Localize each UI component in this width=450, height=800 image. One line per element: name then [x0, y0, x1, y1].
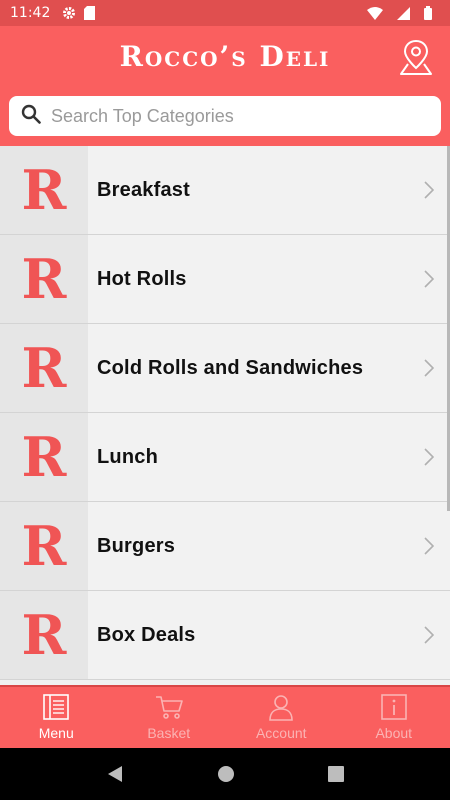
tab-account[interactable]: Account	[225, 687, 338, 748]
battery-icon	[424, 6, 432, 20]
app-title: Rocco’s Deli	[119, 40, 331, 73]
roccos-logo-letter: R	[21, 247, 67, 311]
category-list: R Breakfast R Hot Rolls R Cold Rolls and…	[0, 146, 450, 685]
tab-menu[interactable]: Menu	[0, 687, 113, 748]
roccos-logo-letter: R	[21, 514, 67, 578]
settings-gear-icon	[62, 6, 76, 20]
system-nav-bar	[0, 748, 450, 800]
roccos-logo-letter: R	[21, 336, 67, 400]
chevron-right-icon	[424, 359, 434, 377]
category-logo: R	[0, 324, 88, 412]
category-row-burgers[interactable]: R Burgers	[0, 502, 450, 591]
home-icon[interactable]	[217, 765, 235, 783]
signal-icon	[397, 6, 410, 20]
wifi-icon	[367, 6, 383, 20]
menu-book-icon	[43, 694, 70, 720]
category-label: Burgers	[97, 534, 176, 557]
tab-basket[interactable]: Basket	[113, 687, 226, 748]
search-box[interactable]	[9, 96, 441, 136]
roccos-logo-letter: R	[21, 603, 67, 667]
chevron-right-icon	[424, 270, 434, 288]
search-input[interactable]	[51, 105, 441, 127]
category-label: Hot Rolls	[97, 267, 187, 290]
search-icon	[21, 104, 41, 128]
status-bar: 11:42	[0, 0, 450, 26]
category-logo: R	[0, 413, 88, 501]
category-label: Box Deals	[97, 623, 196, 646]
roccos-logo-letter: R	[21, 425, 67, 489]
category-label: Breakfast	[97, 178, 190, 201]
info-icon	[380, 694, 407, 720]
category-row-lunch[interactable]: R Lunch	[0, 413, 450, 502]
category-logo: R	[0, 235, 88, 323]
status-time: 11:42	[10, 5, 51, 21]
category-logo: R	[0, 146, 88, 234]
chevron-right-icon	[424, 448, 434, 466]
tab-label: Account	[255, 725, 307, 741]
category-label: Cold Rolls and Sandwiches	[97, 356, 364, 379]
category-row-cold-rolls[interactable]: R Cold Rolls and Sandwiches	[0, 324, 450, 413]
category-logo: R	[0, 502, 88, 590]
category-logo: R	[0, 591, 88, 679]
person-icon	[269, 695, 294, 721]
map-pin-icon	[400, 39, 432, 75]
search-area	[0, 88, 450, 146]
store-location-button[interactable]	[396, 36, 436, 78]
roccos-logo-letter: R	[21, 158, 67, 222]
category-label: Lunch	[97, 445, 158, 468]
tab-label: About	[375, 725, 413, 741]
bottom-tab-bar: Menu Basket Account About	[0, 685, 450, 748]
sd-card-icon	[84, 6, 96, 20]
chevron-right-icon	[424, 537, 434, 555]
tab-about[interactable]: About	[338, 687, 450, 748]
chevron-right-icon	[424, 626, 434, 644]
tab-label: Basket	[147, 725, 191, 741]
category-row-box-deals[interactable]: R Box Deals	[0, 591, 450, 680]
app-header: Rocco’s Deli	[0, 26, 450, 88]
tab-label: Menu	[38, 725, 74, 741]
cart-icon	[155, 696, 183, 719]
category-row-breakfast[interactable]: R Breakfast	[0, 146, 450, 235]
category-row-hot-rolls[interactable]: R Hot Rolls	[0, 235, 450, 324]
back-icon[interactable]	[106, 765, 124, 783]
recents-icon[interactable]	[327, 766, 344, 782]
chevron-right-icon	[424, 181, 434, 199]
